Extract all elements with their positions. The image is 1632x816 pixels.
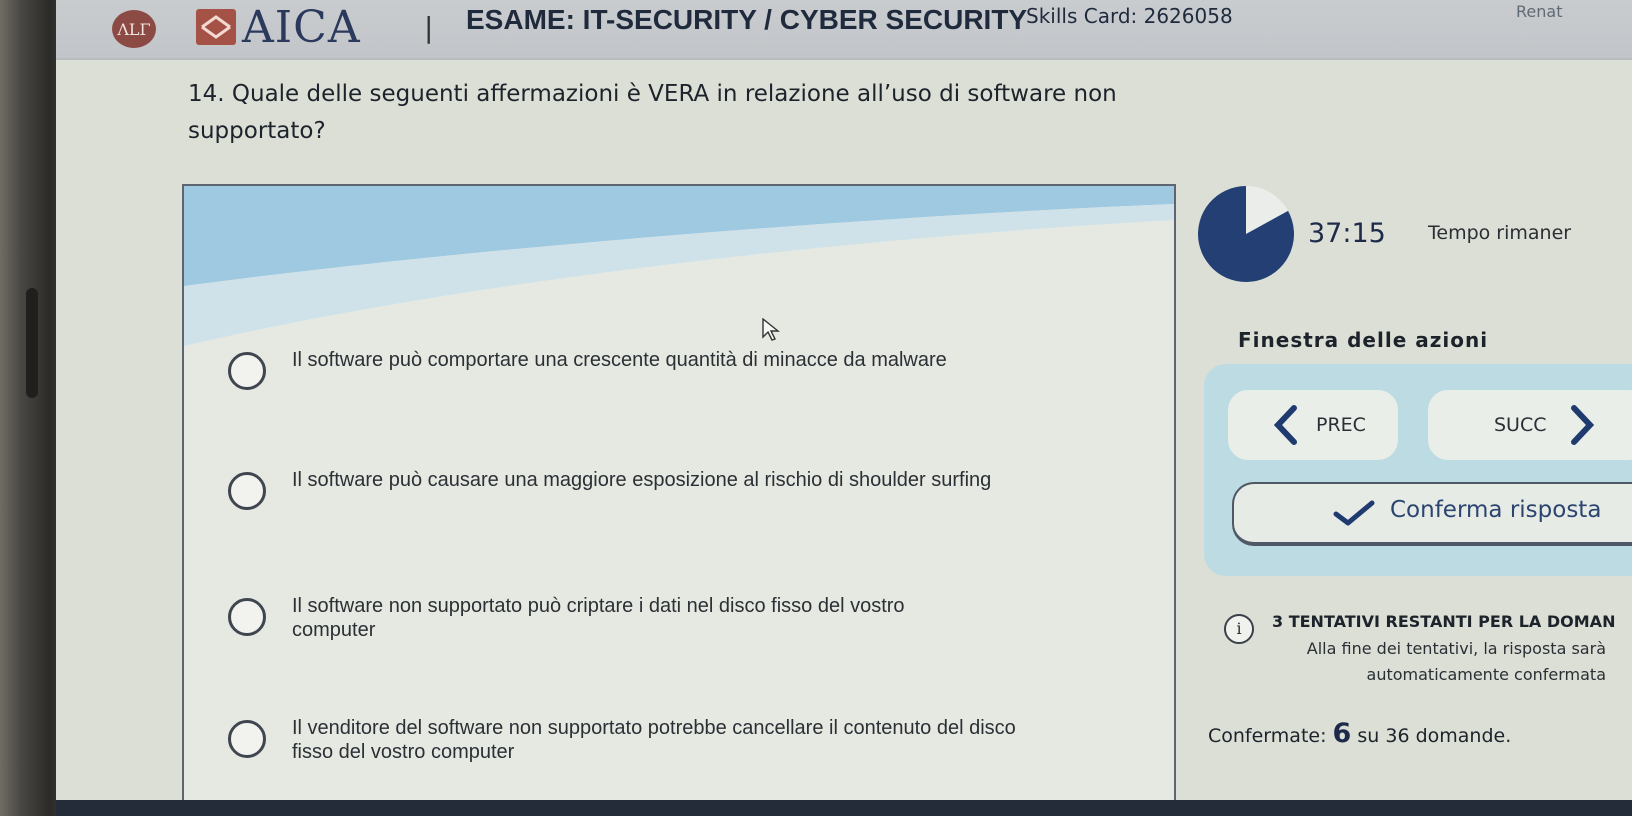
answer-radio-2[interactable] [228, 472, 266, 510]
confirmed-prefix: Confermate: [1208, 725, 1327, 747]
confirm-label: Conferma risposta [1390, 497, 1602, 523]
alf-logo-text: ΛLΓ [117, 19, 151, 39]
skills-card: Skills Card: 2626058 [1026, 4, 1233, 28]
confirm-answer-button[interactable]: Conferma risposta [1232, 482, 1632, 546]
answer-text-2: Il software può causare una maggiore esp… [292, 469, 992, 491]
prev-label: PREC [1316, 414, 1366, 436]
actions-title: Finestra delle azioni [1238, 328, 1489, 352]
next-button[interactable]: SUCC [1428, 390, 1632, 460]
answer-option-2[interactable]: Il software può causare una maggiore esp… [228, 468, 1108, 510]
question-number: 14. [188, 81, 225, 107]
confirmed-progress: Confermate: 6 su 36 domande. [1208, 718, 1511, 749]
answer-option-4[interactable]: Il venditore del software non supportato… [228, 716, 1108, 764]
answer-option-1[interactable]: Il software può comportare una crescente… [228, 348, 1108, 390]
monitor-bezel [0, 0, 64, 816]
answer-text-3: Il software non supportato può criptare … [292, 595, 905, 641]
question-body: Quale delle seguenti affermazioni è VERA… [188, 81, 1117, 144]
answer-option-3[interactable]: Il software non supportato può criptare … [228, 594, 1108, 642]
confirmed-suffix: su 36 domande. [1357, 725, 1512, 747]
alf-logo-icon: ΛLΓ [112, 10, 156, 48]
chevron-left-icon [1273, 405, 1297, 445]
confirmed-count: 6 [1332, 718, 1352, 749]
user-name: Renat [1516, 2, 1563, 21]
answers-panel: Il software può comportare una crescente… [182, 184, 1176, 800]
question-text: 14. Quale delle seguenti affermazioni è … [188, 76, 1148, 150]
taskbar-strip [56, 800, 1632, 816]
header-bar: ΛLΓ AICA | ESAME: IT-SECURITY / CYBER SE… [56, 0, 1632, 60]
answer-radio-4[interactable] [228, 720, 266, 758]
attempts-remaining: 3 TENTATIVI RESTANTI PER LA DOMAN [1272, 612, 1616, 631]
mouse-pointer-icon [762, 318, 780, 341]
timer-label: Tempo rimaner [1428, 222, 1572, 244]
chevron-right-icon [1571, 405, 1595, 445]
answer-radio-3[interactable] [228, 598, 266, 636]
screen: ΛLΓ AICA | ESAME: IT-SECURITY / CYBER SE… [56, 0, 1632, 800]
brand-name: AICA [242, 2, 361, 53]
prev-button[interactable]: PREC [1228, 390, 1398, 460]
timer-pie-icon [1198, 186, 1294, 282]
aica-logo-icon [196, 9, 236, 45]
answer-text-1: Il software può comportare una crescente… [292, 349, 947, 371]
bezel-knob [26, 288, 38, 398]
answer-text-4: Il venditore del software non supportato… [292, 717, 1016, 763]
header-separator: | [424, 11, 434, 44]
answer-radio-1[interactable] [228, 352, 266, 390]
attempts-note: Alla fine dei tentativi, la risposta sar… [1306, 639, 1606, 684]
exam-title: ESAME: IT-SECURITY / CYBER SECURITY [466, 4, 1028, 35]
panel-wave-decoration [184, 186, 1174, 346]
checkmark-icon [1333, 500, 1375, 526]
timer-value: 37:15 [1308, 218, 1386, 249]
next-label: SUCC [1494, 414, 1547, 436]
